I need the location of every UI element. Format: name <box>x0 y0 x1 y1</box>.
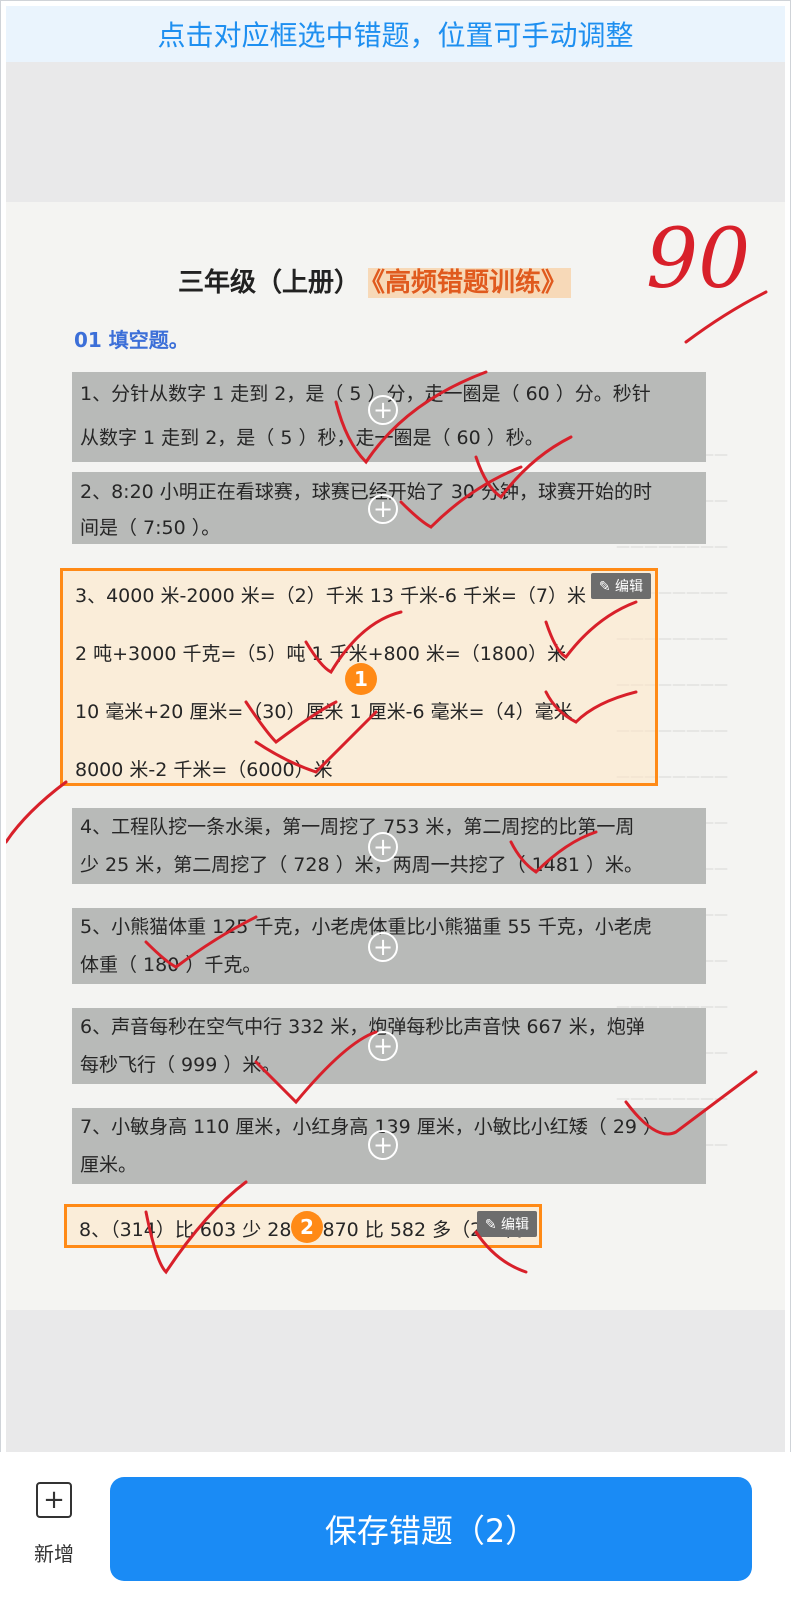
check-mark <box>254 1030 378 1105</box>
check-mark <box>684 290 768 344</box>
worksheet-photo[interactable]: ———————— ———————— ———————— ———————— ———————… <box>6 202 785 1310</box>
instruction-banner: 点击对应框选中错题，位置可手动调整 <box>6 6 785 62</box>
add-button[interactable]: + 新增 <box>28 1482 80 1567</box>
image-padding-top <box>6 62 785 202</box>
check-mark <box>334 370 488 465</box>
plus-square-icon: + <box>36 1482 72 1518</box>
check-mark <box>144 915 258 969</box>
add-label: 新增 <box>34 1542 74 1566</box>
check-mark <box>509 830 598 874</box>
check-mark <box>474 1230 528 1274</box>
check-mark <box>144 1180 248 1275</box>
check-mark <box>474 435 573 500</box>
banner-text: 点击对应框选中错题，位置可手动调整 <box>157 19 634 52</box>
check-mark <box>544 690 638 724</box>
image-padding-bottom <box>6 1310 785 1452</box>
save-label: 保存错题（2） <box>324 1512 538 1550</box>
grading-marks <box>6 290 768 1275</box>
check-mark <box>399 465 523 529</box>
check-mark <box>624 1070 758 1136</box>
check-mark <box>544 600 638 659</box>
check-mark <box>6 780 68 844</box>
check-mark <box>244 700 338 744</box>
check-mark <box>304 610 403 674</box>
save-mistakes-button[interactable]: 保存错题（2） <box>110 1477 752 1581</box>
